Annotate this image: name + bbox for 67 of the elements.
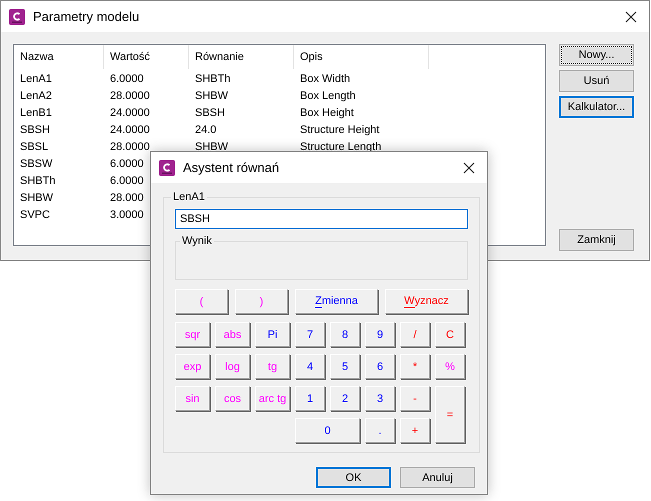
calculator-key[interactable]: - bbox=[400, 386, 430, 411]
column-header[interactable]: Wartość bbox=[104, 45, 189, 69]
table-cell-text: 6.0000 bbox=[109, 158, 144, 170]
dialog-button[interactable]: Anuluj bbox=[400, 467, 475, 488]
table-cell-text: 24.0000 bbox=[109, 106, 151, 118]
table-cell-text: SVPC bbox=[19, 208, 51, 220]
table-cell-text: LenB1 bbox=[19, 106, 53, 118]
table-cell-text: 6.0000 bbox=[109, 174, 144, 186]
dialog-button[interactable]: Kalkulator... bbox=[559, 96, 634, 118]
column-header[interactable]: Równanie bbox=[189, 45, 294, 69]
dialog-title: Asystent równań bbox=[183, 160, 280, 175]
table-cell-text: Structure Height bbox=[299, 124, 380, 136]
table-cell-text: Box Width bbox=[299, 72, 350, 84]
calculator-key[interactable]: / bbox=[400, 322, 430, 347]
calculator-key[interactable]: 3 bbox=[365, 386, 395, 411]
column-header[interactable]: Opis bbox=[294, 45, 429, 69]
calculator-key[interactable]: + bbox=[400, 418, 430, 443]
table-cell-text: 24.0 bbox=[194, 124, 218, 136]
calculator-key[interactable]: 2 bbox=[330, 386, 360, 411]
table-cell-text: 28.0000 bbox=[109, 90, 151, 102]
table-cell-text: SHBW bbox=[19, 192, 54, 204]
calculator-key[interactable]: 4 bbox=[295, 354, 325, 379]
close-button[interactable]: Zamknij bbox=[559, 229, 634, 251]
app-icon bbox=[159, 160, 175, 176]
table-cell-text: SBSW bbox=[19, 158, 54, 170]
table-cell-text: 28.000 bbox=[109, 192, 144, 204]
calculator-key[interactable]: . bbox=[365, 418, 395, 443]
table-cell-text: 3.0000 bbox=[109, 208, 144, 220]
table-cell-text: Box Height bbox=[299, 106, 354, 118]
dialog-button[interactable]: OK bbox=[316, 467, 391, 488]
table-cell-text: SBSH bbox=[19, 124, 51, 136]
calculator-key[interactable]: 5 bbox=[330, 354, 360, 379]
close-icon[interactable] bbox=[625, 10, 637, 22]
table-cell-text: SHBTh bbox=[19, 174, 56, 186]
calculator-key[interactable]: 0 bbox=[295, 418, 360, 443]
calculator-key[interactable]: 7 bbox=[295, 322, 325, 347]
calculator-key[interactable]: 8 bbox=[330, 322, 360, 347]
table-cell-text: Box Length bbox=[299, 90, 356, 102]
calculator-key[interactable]: Pi bbox=[255, 322, 290, 347]
calculator-key[interactable]: = bbox=[435, 386, 465, 443]
table-cell-text: Structure Length bbox=[299, 140, 382, 152]
window-title: Parametry modelu bbox=[33, 9, 140, 24]
table-cell-text: LenA2 bbox=[19, 90, 53, 102]
column-header[interactable]: Nazwa bbox=[14, 45, 104, 69]
table-cell-text: 28.0000 bbox=[109, 140, 151, 152]
dialog-button[interactable]: Usuń bbox=[559, 70, 634, 92]
app-icon bbox=[9, 8, 25, 24]
group-label: LenA1 bbox=[172, 191, 206, 203]
table-cell-text: 24.0000 bbox=[109, 124, 151, 136]
table-cell-text: SBSL bbox=[19, 140, 50, 152]
table-cell-text: SHBW bbox=[194, 90, 229, 102]
calculator-key[interactable]: 1 bbox=[295, 386, 325, 411]
calculator-key[interactable]: 9 bbox=[365, 322, 395, 347]
calculator-key[interactable]: Wyznacz bbox=[385, 289, 468, 314]
calculator-key[interactable]: * bbox=[400, 354, 430, 379]
close-icon[interactable] bbox=[463, 162, 475, 174]
calculator-key[interactable]: 6 bbox=[365, 354, 395, 379]
calculator-key[interactable]: C bbox=[435, 322, 465, 347]
table-cell-text: LenA1 bbox=[19, 72, 53, 84]
expression-field[interactable]: SBSH bbox=[175, 209, 468, 229]
result-label: Wynik bbox=[181, 235, 213, 247]
dialog-button[interactable]: Nowy... bbox=[559, 44, 634, 66]
table-cell-text: SHBW bbox=[194, 140, 229, 152]
calculator-key[interactable]: Zmienna bbox=[295, 289, 378, 314]
table-cell-text: 6.0000 bbox=[109, 72, 145, 84]
table-cell-text: SHBTh bbox=[194, 72, 232, 84]
table-cell-text: SBSH bbox=[194, 106, 226, 118]
